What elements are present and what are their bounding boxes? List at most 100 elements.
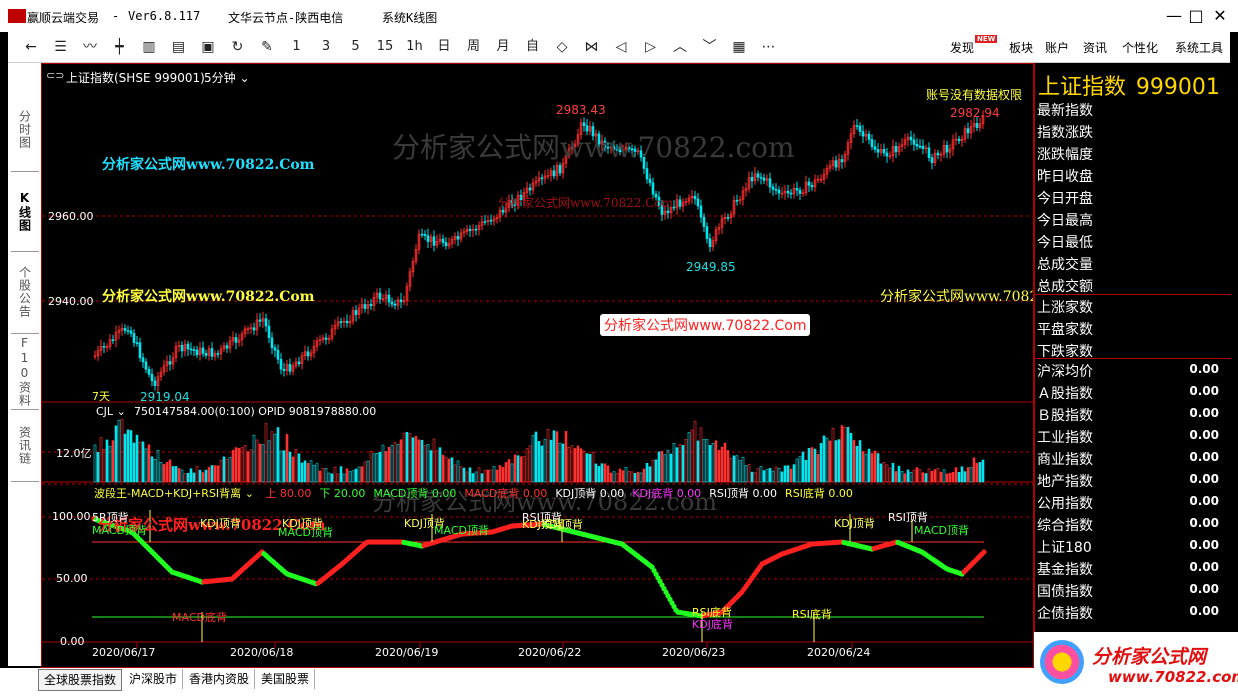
indicator-axis-label: 100.00 xyxy=(52,510,91,523)
refresh-icon[interactable]: ↻ xyxy=(227,37,249,57)
candlestick-icon[interactable]: ┿ xyxy=(109,37,131,57)
market-tab[interactable]: 沪深股市 xyxy=(124,669,184,689)
quote-label: 今日最高 xyxy=(1037,213,1093,229)
expand-up-icon[interactable]: ︿ xyxy=(669,37,691,57)
left-tab[interactable]: 个股公告 xyxy=(11,251,39,334)
volume-bar xyxy=(501,466,505,483)
candle-body xyxy=(882,148,886,154)
market-tab[interactable]: 全球股票指数 xyxy=(38,669,123,691)
period-button[interactable]: 1 xyxy=(286,37,308,57)
maximize-button[interactable]: □ xyxy=(1186,6,1206,26)
period-selector[interactable]: 5分钟 ⌄ xyxy=(204,69,250,86)
candle-body xyxy=(252,327,256,331)
volume-bar xyxy=(363,461,367,483)
period-button[interactable]: 1h xyxy=(404,37,426,57)
volume-bar xyxy=(336,473,340,483)
zoom-out-icon[interactable]: ◇ xyxy=(551,37,573,57)
period-button[interactable]: 3 xyxy=(315,37,337,57)
market-tab[interactable]: 香港内资股 xyxy=(184,669,256,689)
volume-bar xyxy=(681,445,685,483)
volume-bar xyxy=(102,449,106,483)
period-button[interactable]: 自 xyxy=(522,37,544,57)
chart-menu-icon[interactable]: ⊂⊃ xyxy=(46,69,64,82)
period-button[interactable]: 周 xyxy=(463,37,485,57)
more-icon[interactable]: ⋯ xyxy=(758,37,780,57)
line-chart-icon[interactable]: 〰 xyxy=(79,37,101,57)
volume-bar xyxy=(471,473,475,483)
volume-bar xyxy=(873,450,877,483)
price-axis-label: 2940.00 xyxy=(48,295,94,308)
quote-panel: 上证指数 999001 最新指数 指数涨跌 涨跌幅度 昨日收盘 今日开盘 今日最高 今日最低… xyxy=(1034,63,1231,668)
volume-bar xyxy=(171,466,175,483)
indicator-selector[interactable]: 波段王-MACD+KDJ+RSI背离 ⌄ xyxy=(94,487,254,500)
report-icon[interactable]: ▤ xyxy=(168,37,190,57)
volume-bar xyxy=(894,471,898,483)
volume-indicator-selector[interactable]: CJL ⌄ xyxy=(96,405,126,418)
volume-bar xyxy=(495,469,499,483)
volume-bar xyxy=(327,472,331,483)
candle-body xyxy=(150,373,154,382)
volume-bar xyxy=(384,451,388,483)
volume-bar xyxy=(294,448,298,483)
zoom-in-icon[interactable]: ⋈ xyxy=(581,37,603,57)
candle-body xyxy=(126,330,130,332)
period-button[interactable]: 15 xyxy=(374,37,396,57)
arrow-left-icon[interactable]: ← xyxy=(20,37,42,57)
menu-item[interactable]: 系统工具 xyxy=(1175,39,1223,56)
volume-bar xyxy=(789,468,793,483)
period-button[interactable]: 月 xyxy=(492,37,514,57)
save-icon[interactable]: ▣ xyxy=(197,37,219,57)
close-button[interactable]: ✕ xyxy=(1210,6,1230,26)
volume-bar xyxy=(669,453,673,483)
quote-value: 0.00 xyxy=(1189,560,1219,574)
scroll-left-icon[interactable]: ◁ xyxy=(610,37,632,57)
volume-bar xyxy=(900,471,904,483)
volume-bar xyxy=(654,459,658,483)
volume-bar xyxy=(483,469,487,483)
volume-bar xyxy=(513,454,517,483)
kline-chart[interactable]: ⊂⊃ 上证指数(SHSE 999001) 5分钟 ⌄ 账号没有数据权限 2960… xyxy=(41,63,1034,668)
volume-bar xyxy=(885,464,889,483)
volume-bar xyxy=(660,450,664,483)
left-tab[interactable]: 分时图 xyxy=(11,87,39,172)
volume-bar xyxy=(423,445,427,483)
volume-bar xyxy=(585,453,589,483)
volume-bar xyxy=(330,473,334,483)
left-tab[interactable]: K线图 xyxy=(11,171,39,252)
app-logo-icon xyxy=(8,9,26,23)
menu-item[interactable]: 账户 xyxy=(1045,39,1069,56)
market-tab[interactable]: 美国股票 xyxy=(256,669,316,689)
collapse-down-icon[interactable]: ﹀ xyxy=(699,37,721,57)
period-button[interactable]: 日 xyxy=(433,37,455,57)
period-button[interactable]: 5 xyxy=(345,37,367,57)
volume-bar xyxy=(777,467,781,483)
menu-item[interactable]: 板块 xyxy=(1009,39,1033,56)
layout-icon[interactable]: ▦ xyxy=(728,37,750,57)
indicator-param: KDJ底背 0.00 xyxy=(632,487,702,500)
volume-bar xyxy=(129,430,133,483)
menu-item[interactable]: 个性化 xyxy=(1122,39,1158,56)
candle-body xyxy=(873,146,877,150)
volume-bar xyxy=(942,469,946,483)
volume-bar xyxy=(747,464,751,483)
bar-chart-icon[interactable]: ▥ xyxy=(138,37,160,57)
draw-tool-icon[interactable]: ✎ xyxy=(256,37,278,57)
candle-body xyxy=(420,233,424,236)
list-icon[interactable]: ☰ xyxy=(50,37,72,57)
quote-row: 工业指数 0.00 xyxy=(1037,424,1229,446)
no-permission-notice: 账号没有数据权限 xyxy=(926,88,1023,102)
menu-item[interactable]: 资讯 xyxy=(1083,39,1107,56)
volume-bar xyxy=(744,465,748,483)
quote-label: Ｂ股指数 xyxy=(1037,408,1093,424)
indicator-header: 波段王-MACD+KDJ+RSI背离 ⌄ 上 80.00 下 20.00 MACD顶… xyxy=(94,485,853,500)
minimize-button[interactable]: — xyxy=(1164,6,1184,26)
scroll-right-icon[interactable]: ▷ xyxy=(640,37,662,57)
volume-bar xyxy=(600,463,604,483)
left-tab[interactable]: F10资料 xyxy=(11,333,39,410)
menu-item[interactable]: 发现 xyxy=(950,39,974,56)
volume-bar xyxy=(225,458,229,483)
volume-bar xyxy=(141,441,145,483)
left-tab[interactable]: 资讯链 xyxy=(11,409,39,482)
volume-bar xyxy=(882,462,886,483)
volume-bar xyxy=(318,470,322,483)
